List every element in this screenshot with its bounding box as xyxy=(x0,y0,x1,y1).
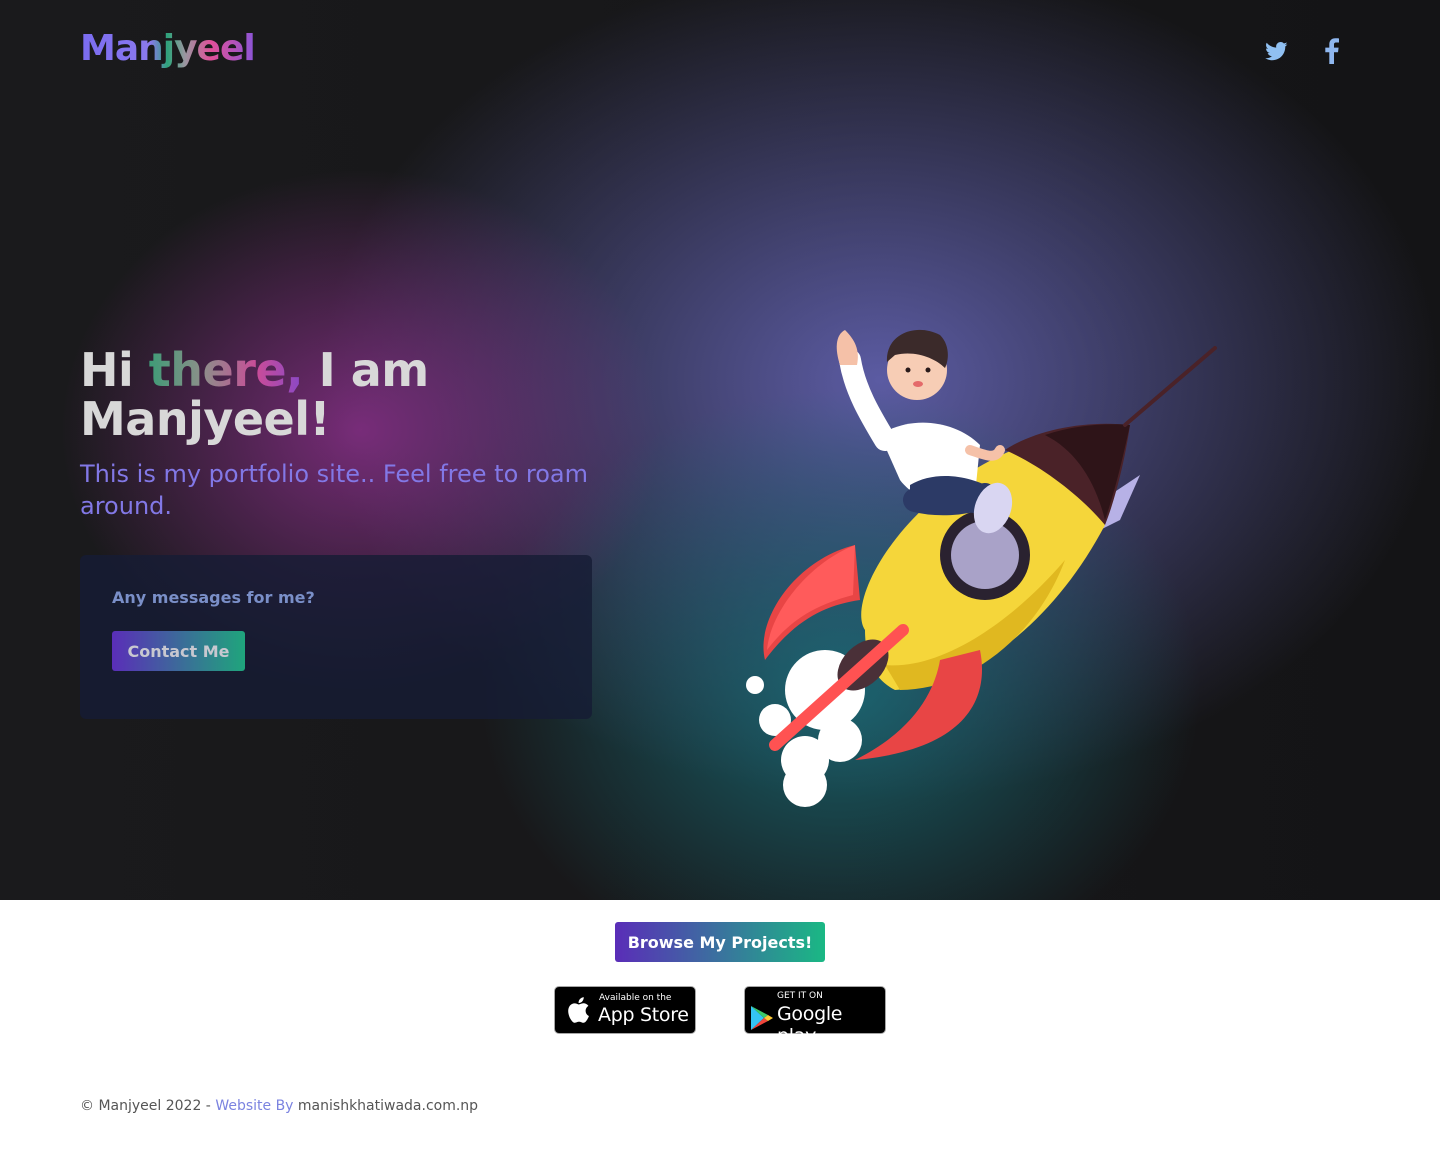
boy-leg xyxy=(903,483,997,516)
footer-website-by: Website By xyxy=(215,1098,294,1114)
facebook-link[interactable] xyxy=(1317,36,1347,66)
apple-icon xyxy=(568,997,589,1023)
boy-arm-raised xyxy=(839,349,896,451)
google-play-icon xyxy=(751,1006,773,1030)
boy-hand-wave xyxy=(836,330,858,365)
hero-subline: This is my portfolio site.. Feel free to… xyxy=(80,460,588,520)
google-play-small-text: GET IT ON xyxy=(777,991,823,1001)
twitter-link[interactable] xyxy=(1261,36,1291,66)
app-store-big-text: App Store xyxy=(598,1004,689,1026)
google-play-badge[interactable]: GET IT ON Google play xyxy=(744,986,886,1047)
site-logo[interactable]: Manjyeel xyxy=(80,28,256,69)
footer-author-link[interactable]: manishkhatiwada.com.np xyxy=(293,1098,478,1114)
headline-name: Manjyeel! xyxy=(80,392,330,446)
footer: © Manjyeel 2022 - Website By manishkhati… xyxy=(80,1098,478,1114)
app-store-badge[interactable]: Available on the App Store xyxy=(554,986,696,1034)
hero-section: Manjyeel Hi there, I am Manjyeel! This i… xyxy=(0,0,1440,900)
google-play-big-text: Google play xyxy=(777,1003,843,1047)
twitter-icon xyxy=(1264,41,1288,60)
message-card-title: Any messages for me? xyxy=(112,588,315,607)
rocket-boy-illustration xyxy=(746,329,1217,807)
headline-iam: I am xyxy=(303,343,430,397)
app-store-small-text: Available on the xyxy=(599,993,672,1003)
hero-headline: Hi there, I am Manjyeel! xyxy=(80,346,640,444)
contact-me-button[interactable]: Contact Me xyxy=(112,631,245,671)
headline-hi: Hi xyxy=(80,343,149,397)
facebook-icon xyxy=(1325,38,1339,64)
message-card: Any messages for me? Contact Me xyxy=(80,555,592,719)
headline-there: there, xyxy=(148,343,304,397)
rocket-antenna xyxy=(1123,346,1217,427)
browse-projects-button[interactable]: Browse My Projects! xyxy=(615,922,825,962)
footer-copyright: © Manjyeel 2022 - xyxy=(80,1098,216,1114)
